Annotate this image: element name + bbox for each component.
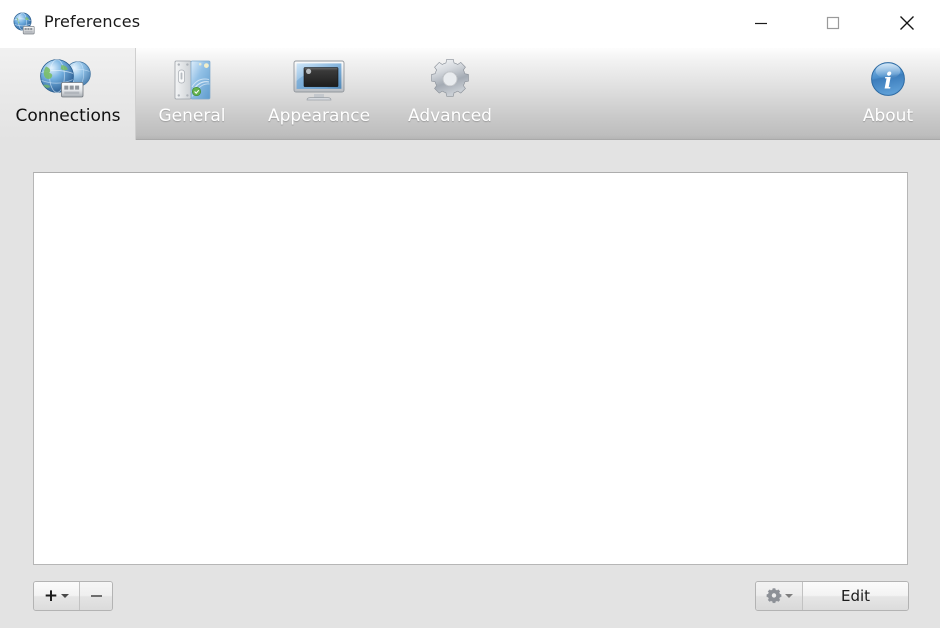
edit-button[interactable]: Edit bbox=[802, 582, 908, 610]
minimize-icon bbox=[755, 22, 767, 25]
chevron-down-icon bbox=[784, 594, 793, 598]
tab-connections-label: Connections bbox=[15, 106, 121, 126]
tab-about[interactable]: i About bbox=[840, 48, 936, 140]
tab-about-label: About bbox=[862, 106, 914, 126]
monitor-icon bbox=[291, 57, 347, 103]
list-add-remove-segmented-control: + bbox=[33, 581, 113, 611]
computer-tower-icon bbox=[168, 57, 216, 103]
tab-advanced[interactable]: Advanced bbox=[395, 48, 505, 140]
minimize-button[interactable] bbox=[738, 0, 784, 46]
preferences-window: Preferences Connections General Appearan… bbox=[0, 0, 940, 628]
tab-appearance-label: Appearance bbox=[267, 106, 371, 126]
chevron-down-icon bbox=[61, 594, 70, 598]
gear-icon bbox=[766, 588, 782, 604]
remove-connection-button[interactable] bbox=[79, 582, 112, 610]
gear-icon bbox=[426, 57, 474, 103]
add-connection-button[interactable]: + bbox=[34, 582, 79, 610]
network-globes-icon bbox=[37, 57, 99, 103]
tab-general[interactable]: General bbox=[143, 48, 241, 140]
tab-appearance[interactable]: Appearance bbox=[253, 48, 385, 140]
connections-list[interactable] bbox=[33, 172, 908, 565]
tab-connections[interactable]: Connections bbox=[0, 48, 136, 140]
settings-menu-button[interactable] bbox=[756, 582, 802, 610]
edit-button-label: Edit bbox=[840, 587, 871, 605]
svg-text:i: i bbox=[884, 68, 892, 94]
preferences-toolbar: Connections General Appearance Advanced … bbox=[0, 48, 940, 140]
tab-general-label: General bbox=[158, 106, 226, 126]
plus-icon: + bbox=[43, 585, 59, 606]
maximize-icon bbox=[826, 16, 840, 30]
close-button[interactable] bbox=[884, 0, 930, 46]
maximize-button[interactable] bbox=[810, 0, 856, 46]
info-circle-icon: i bbox=[865, 57, 911, 103]
action-edit-segmented-control: Edit bbox=[755, 581, 909, 611]
close-icon bbox=[900, 16, 914, 30]
minus-icon bbox=[90, 595, 102, 597]
tab-advanced-label: Advanced bbox=[408, 106, 492, 126]
title-bar: Preferences bbox=[0, 0, 940, 48]
app-globe-server-icon bbox=[11, 11, 37, 37]
window-title: Preferences bbox=[44, 12, 141, 31]
